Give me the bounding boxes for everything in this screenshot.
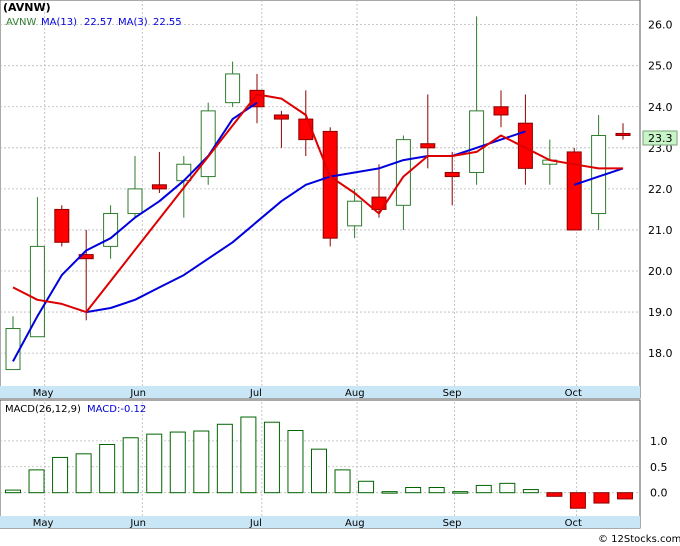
macd-y-labels: 0.0 0.5 1.0 [650, 435, 668, 500]
macd-bar [146, 433, 163, 494]
price-x-axis-band [0, 386, 640, 398]
candle-body [200, 110, 216, 178]
price-y-tick-label: 21.0 [648, 224, 673, 237]
price-x-tick-label: Jun [129, 388, 146, 399]
macd-bar [287, 430, 304, 494]
candle-body [176, 163, 192, 182]
price-y-tick-label: 20.0 [648, 265, 673, 278]
macd-x-tick-label: Aug [345, 518, 365, 529]
macd-bar [522, 489, 539, 494]
macd-bar [75, 453, 92, 494]
price-y-tick-label: 26.0 [648, 19, 673, 32]
price-y-tick-label: 22.0 [648, 183, 673, 196]
legend-ma13-value: 22.57 [84, 17, 113, 28]
macd-x-tick-label: Oct [565, 518, 582, 529]
macd-bar [475, 484, 492, 494]
candle-body [5, 328, 21, 371]
price-x-tick-label: Oct [565, 388, 582, 399]
stock-chart: May Jun Jul Aug Sep Oct 18.0 19.0 20.0 21.0 22.0 2… [0, 0, 680, 545]
price-y-tick-label: 18.0 [648, 347, 673, 360]
candle-body [322, 130, 338, 239]
legend-ma13-label: MA(13) [41, 17, 77, 28]
candle-body [127, 188, 143, 215]
macd-bar [240, 416, 257, 494]
macd-y-tick-label: 0.5 [650, 461, 668, 474]
candle-body [420, 143, 436, 149]
last-price-label: 23.3 [648, 132, 673, 145]
candle-body [273, 114, 289, 120]
macd-x-tick-label: Sep [443, 518, 462, 529]
candle-body [347, 200, 363, 227]
macd-bar [546, 492, 563, 497]
price-y-tick-label: 24.0 [648, 101, 673, 114]
legend-symbol: AVNW [6, 17, 37, 28]
price-y-labels: 18.019.020.021.022.023.024.025.026.0 [648, 19, 673, 361]
macd-x-tick-label: Jul [249, 518, 262, 529]
candle-body [469, 110, 485, 173]
price-x-tick-label: Jul [249, 388, 262, 399]
macd-bar [593, 492, 610, 504]
candle-body [615, 132, 631, 137]
price-x-tick-label: May [33, 388, 54, 399]
macd-label: MACD(26,12,9) [5, 404, 81, 415]
macd-value-label: MACD:-0.12 [87, 404, 146, 415]
macd-bar [334, 469, 351, 494]
macd-bar [28, 469, 45, 494]
macd-x-axis-band [0, 516, 640, 528]
macd-x-tick-label: Jun [129, 518, 146, 529]
price-panel-bg [0, 0, 641, 399]
candle-body [151, 184, 167, 190]
macd-bar [428, 487, 445, 494]
macd-bar [617, 492, 633, 500]
macd-y-tick-label: 1.0 [650, 435, 668, 448]
candle-body [444, 171, 460, 178]
watermark: © 12Stocks.com [598, 534, 680, 545]
macd-bar [358, 480, 375, 494]
legend-ma3-value: 22.55 [153, 17, 182, 28]
candle-body [225, 73, 241, 104]
price-y-tick-label: 25.0 [648, 60, 673, 73]
candle-body [493, 106, 509, 116]
macd-bar [99, 443, 116, 494]
macd-bar [381, 491, 398, 494]
macd-bar [263, 421, 280, 494]
candle-body [54, 208, 70, 243]
macd-y-tick-label: 0.0 [650, 487, 668, 500]
macd-bar [216, 423, 233, 494]
macd-bar [169, 431, 186, 494]
macd-bar [405, 487, 422, 494]
macd-bar [311, 448, 327, 494]
ticker-title: (AVNW) [3, 1, 51, 14]
macd-bar [452, 491, 469, 494]
macd-x-tick-label: May [33, 518, 54, 529]
legend-ma3-label: MA(3) [118, 17, 148, 28]
macd-bar [499, 482, 516, 494]
macd-bar [122, 437, 139, 494]
price-x-tick-label: Sep [443, 388, 462, 399]
macd-bar [569, 492, 586, 509]
macd-bar [52, 456, 69, 494]
macd-bar [193, 430, 210, 494]
macd-bar [5, 489, 21, 494]
candle-body [249, 89, 265, 108]
price-x-tick-label: Aug [345, 388, 365, 399]
price-y-tick-label: 19.0 [648, 306, 673, 319]
